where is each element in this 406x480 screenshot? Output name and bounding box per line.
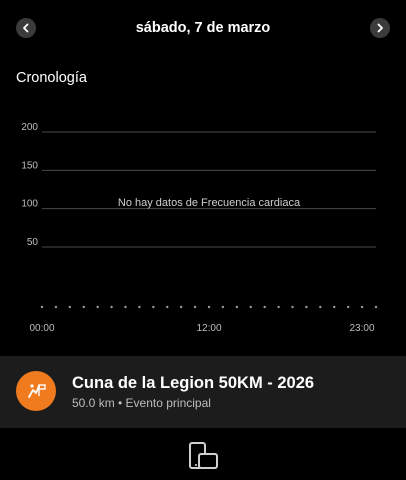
baseline-dot: [346, 305, 350, 309]
header: sábado, 7 de marzo: [0, 0, 406, 56]
devices-icon: [189, 442, 218, 469]
x-tick-label: 00:00: [29, 323, 54, 334]
baseline-dot: [193, 305, 197, 309]
baseline-dot: [54, 305, 58, 309]
timeline-title: Cronología: [16, 70, 87, 86]
y-tick-label: 200: [21, 122, 38, 133]
baseline-dot: [110, 305, 113, 309]
race-flag-icon: [16, 371, 56, 411]
bottom-bar: [0, 428, 406, 480]
y-axis-ticks: 200 150 100 50: [21, 122, 38, 248]
baseline-dot: [291, 305, 294, 309]
devices-button[interactable]: [184, 440, 222, 474]
baseline-dot: [124, 305, 127, 309]
baseline-dot: [221, 305, 225, 309]
baseline-dot: [333, 305, 336, 309]
baseline-dot: [207, 305, 211, 309]
chevron-right-icon: [377, 23, 383, 33]
baseline-dot: [305, 305, 308, 309]
x-tick-label: 23:00: [349, 323, 374, 334]
y-tick-label: 50: [27, 237, 39, 248]
baseline-dot: [249, 305, 252, 309]
x-axis-ticks: 00:00 12:00 23:00: [29, 323, 374, 334]
baseline-dot: [263, 305, 266, 309]
event-card[interactable]: Cuna de la Legion 50KM - 2026 50.0 km • …: [0, 356, 406, 428]
baseline-dot: [374, 305, 378, 309]
baseline-dot: [235, 305, 239, 309]
baseline-dot: [277, 305, 280, 309]
baseline-dot: [166, 305, 169, 309]
no-data-message: No hay datos de Frecuencia cardiaca: [118, 197, 301, 209]
y-tick-label: 100: [21, 199, 38, 210]
date-title[interactable]: sábado, 7 de marzo: [0, 20, 406, 36]
baseline-dot: [360, 305, 364, 309]
event-title: Cuna de la Legion 50KM - 2026: [72, 374, 315, 392]
baseline-dot: [82, 305, 85, 309]
heart-rate-chart: 200 150 100 50 00:00 12:00 23:00 No hay datos…: [21, 122, 378, 334]
chart-grid: [42, 131, 376, 248]
baseline-dots: [40, 305, 378, 309]
baseline-dot: [138, 305, 141, 309]
baseline-dot: [319, 305, 322, 309]
baseline-dot: [179, 305, 183, 309]
x-tick-label: 12:00: [196, 323, 221, 334]
baseline-dot: [68, 305, 72, 309]
next-day-button[interactable]: [370, 18, 390, 38]
baseline-dot: [152, 305, 155, 309]
baseline-dot: [96, 305, 99, 309]
baseline-dot: [40, 305, 44, 309]
y-tick-label: 150: [21, 160, 38, 171]
event-subtitle: 50.0 km • Evento principal: [72, 396, 211, 410]
